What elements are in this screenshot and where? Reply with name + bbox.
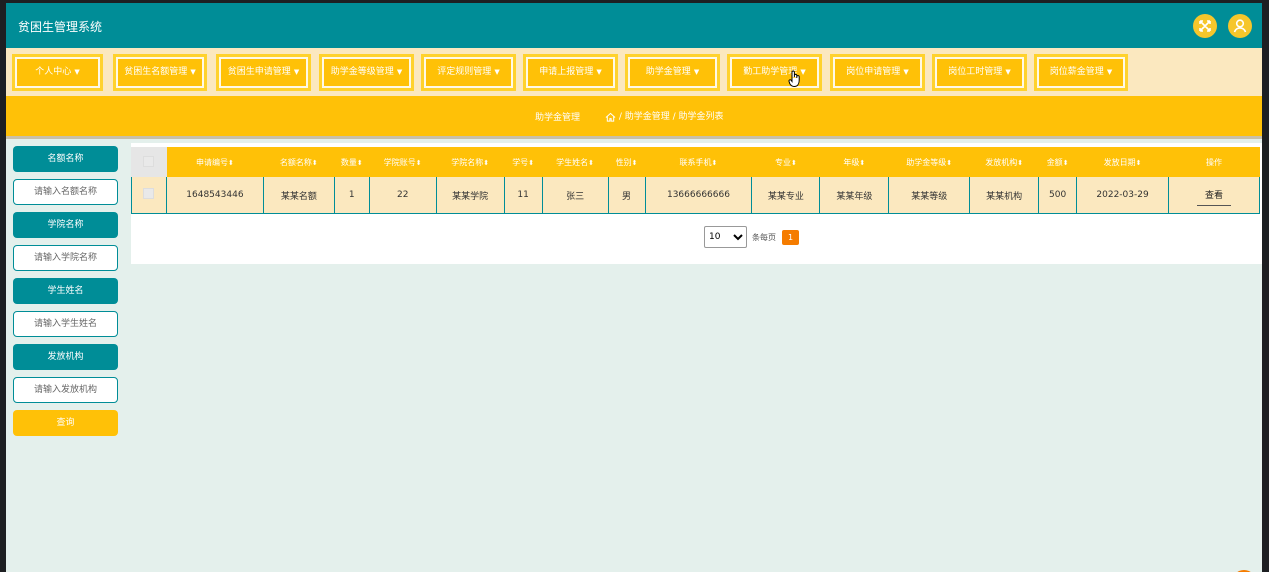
view-button[interactable]: 查看 — [1197, 185, 1232, 206]
cell-issuer: 某某机构 — [969, 176, 1040, 214]
cell-student-no: 11 — [503, 176, 543, 214]
nav-grant-management[interactable]: 助学金管理 ▼ — [625, 54, 720, 91]
col-student-no[interactable]: 学号⬍ — [503, 147, 543, 177]
col-major[interactable]: 专业⬍ — [751, 147, 821, 177]
nav-report-management[interactable]: 申请上报管理 ▼ — [523, 54, 618, 91]
college-name-label: 学院名称 — [13, 212, 118, 238]
cell-major: 某某专业 — [751, 176, 821, 214]
row-checkbox[interactable] — [143, 188, 155, 199]
breadcrumb: 助学金管理 / 助学金管理 / 助学金列表 — [6, 96, 1262, 136]
cell-quantity: 1 — [333, 176, 370, 214]
nav-workstudy-management[interactable]: 勤工助学管理 ▼ — [727, 54, 822, 91]
select-all-header[interactable] — [131, 147, 167, 177]
cell-quota-name: 某某名额 — [262, 176, 335, 214]
grant-table: 申请编号⬍ 名额名称⬍ 数量⬍ 学院账号⬍ 学院名称⬍ 学号⬍ 学生姓名⬍ 性别… — [131, 147, 1260, 214]
quota-name-label: 名额名称 — [13, 146, 118, 172]
hand-cursor-icon — [788, 70, 800, 88]
app-window: 贫困生管理系统 个人中心 ▼ 贫困生名额管理 ▼ 贫困生申请管理 ▼ 助学金等级管理 ▼… — [6, 3, 1262, 572]
college-name-input[interactable] — [13, 245, 118, 271]
page-button-current[interactable]: 1 — [782, 230, 799, 245]
cell-college-name: 某某学院 — [435, 176, 505, 214]
cell-phone: 13666666666 — [644, 176, 753, 214]
cell-actions: 查看 — [1168, 176, 1260, 214]
table-header-row: 申请编号⬍ 名额名称⬍ 数量⬍ 学院账号⬍ 学院名称⬍ 学号⬍ 学生姓名⬍ 性别… — [131, 147, 1260, 177]
app-title: 贫困生管理系统 — [18, 20, 103, 34]
cell-student-name: 张三 — [541, 176, 609, 214]
col-student-name[interactable]: 学生姓名⬍ — [541, 147, 609, 177]
query-button[interactable]: 查询 — [13, 410, 118, 436]
cell-grant-level: 某某等级 — [888, 176, 971, 214]
user-icon[interactable] — [1228, 14, 1252, 38]
nav-grade-management[interactable]: 助学金等级管理 ▼ — [319, 54, 414, 91]
nav-position-salary[interactable]: 岗位薪金管理 ▼ — [1034, 54, 1128, 91]
cell-gender: 男 — [607, 176, 646, 214]
col-phone[interactable]: 联系手机⬍ — [644, 147, 753, 177]
issuer-input[interactable] — [13, 377, 118, 403]
row-select-cell[interactable] — [131, 176, 167, 214]
breadcrumb-path: / 助学金管理 / 助学金列表 — [618, 112, 724, 122]
nav-position-application[interactable]: 岗位申请管理 ▼ — [830, 54, 925, 91]
col-grant-level[interactable]: 助学金等级⬍ — [888, 147, 971, 177]
cell-issue-date: 2022-03-29 — [1076, 176, 1170, 214]
col-college-account[interactable]: 学院账号⬍ — [368, 147, 437, 177]
issuer-label: 发放机构 — [13, 344, 118, 370]
col-issue-date[interactable]: 发放日期⬍ — [1076, 147, 1170, 177]
nav-rules-management[interactable]: 评定规则管理 ▼ — [421, 54, 516, 91]
nav-application-management[interactable]: 贫困生申请管理 ▼ — [216, 54, 311, 91]
list-panel: 申请编号⬍ 名额名称⬍ 数量⬍ 学院账号⬍ 学院名称⬍ 学号⬍ 学生姓名⬍ 性别… — [131, 143, 1262, 264]
col-application-no[interactable]: 申请编号⬍ — [165, 147, 264, 177]
main-nav: 个人中心 ▼ 贫困生名额管理 ▼ 贫困生申请管理 ▼ 助学金等级管理 ▼ 评定规则管理 ▼… — [6, 48, 1262, 96]
col-quota-name[interactable]: 名额名称⬍ — [262, 147, 335, 177]
col-college-name[interactable]: 学院名称⬍ — [435, 147, 505, 177]
nav-position-hours[interactable]: 岗位工时管理 ▼ — [932, 54, 1027, 91]
breadcrumb-section: 助学金管理 — [535, 113, 581, 123]
quota-name-input[interactable] — [13, 179, 118, 205]
fullscreen-icon[interactable] — [1193, 14, 1217, 38]
student-name-input[interactable] — [13, 311, 118, 337]
cell-amount: 500 — [1038, 176, 1078, 214]
cell-college-account: 22 — [368, 176, 437, 214]
col-actions: 操作 — [1168, 147, 1260, 177]
student-name-label: 学生姓名 — [13, 278, 118, 304]
col-issuer[interactable]: 发放机构⬍ — [969, 147, 1040, 177]
top-header: 贫困生管理系统 — [6, 3, 1262, 48]
col-gender[interactable]: 性别⬍ — [607, 147, 646, 177]
cell-grade: 某某年级 — [819, 176, 890, 214]
table-row: 1648543446 某某名额 1 22 某某学院 11 张三 男 136666… — [131, 176, 1260, 214]
page-size-select[interactable]: 10 — [704, 226, 747, 248]
home-icon[interactable] — [605, 112, 616, 122]
col-grade[interactable]: 年级⬍ — [819, 147, 890, 177]
col-amount[interactable]: 金额⬍ — [1038, 147, 1078, 177]
nav-personal-center[interactable]: 个人中心 ▼ — [12, 54, 103, 91]
per-page-label: 条每页 — [752, 233, 776, 242]
select-all-checkbox[interactable] — [143, 155, 155, 167]
col-quantity[interactable]: 数量⬍ — [333, 147, 370, 177]
nav-quota-management[interactable]: 贫困生名额管理 ▼ — [113, 54, 207, 91]
cell-application-no: 1648543446 — [165, 176, 264, 214]
